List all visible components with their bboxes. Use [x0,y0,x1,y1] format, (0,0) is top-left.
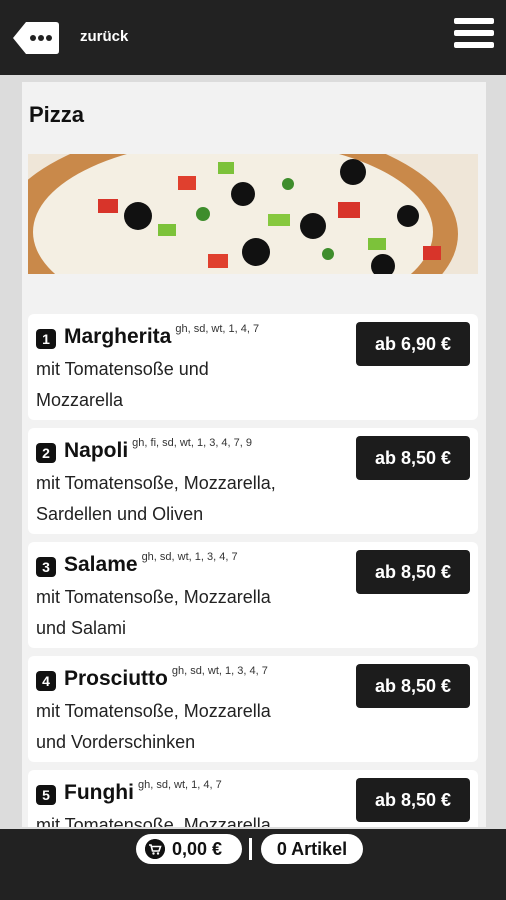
item-number: 5 [36,785,56,805]
item-description: mit Tomatensoße, Mozzarella und Salami [36,587,271,638]
menu-item[interactable]: 1 Margherita gh, sd, wt, 1, 4, 7 mit Toma… [28,314,478,420]
price-button[interactable]: ab 8,50 € [356,550,470,594]
back-dots-icon[interactable] [12,20,60,56]
item-description: mit Tomatensoße und Mozzarella [36,359,209,410]
cart-total: 0,00 € [172,839,223,859]
cart-icon [145,839,165,859]
bottom-cart-bar: 0,00 € 0 Artikel [0,829,506,900]
item-name: Funghi gh, sd, wt, 1, 4, 7 [64,779,222,804]
back-label[interactable]: zurück [80,28,128,45]
item-name: Napoli gh, fi, sd, wt, 1, 3, 4, 7, 9 [64,437,253,462]
menu-item[interactable]: 5 Funghi gh, sd, wt, 1, 4, 7 mit Tomatens… [28,770,478,827]
item-description: mit Tomatensoße, Mozzarella, Sardellen un… [36,473,276,524]
hamburger-menu-icon[interactable] [454,18,494,54]
item-number: 4 [36,671,56,691]
item-allergens: gh, sd, wt, 1, 3, 4, 7 [171,665,268,677]
item-allergens: gh, sd, wt, 1, 3, 4, 7 [141,551,238,563]
cart-items-count[interactable]: 0 Artikel [261,834,363,864]
menu-item[interactable]: 4 Prosciutto gh, sd, wt, 1, 3, 4, 7 mit T… [28,656,478,762]
price-button[interactable]: ab 6,90 € [356,322,470,366]
pizza-hero-image [28,154,478,274]
item-allergens: gh, sd, wt, 1, 4, 7 [137,779,222,791]
item-allergens: gh, sd, wt, 1, 4, 7 [175,323,260,335]
price-button[interactable]: ab 8,50 € [356,778,470,822]
price-button[interactable]: ab 8,50 € [356,436,470,480]
item-number: 2 [36,443,56,463]
divider [249,838,252,860]
item-number: 3 [36,557,56,577]
item-allergens: gh, fi, sd, wt, 1, 3, 4, 7, 9 [132,437,253,449]
item-description: mit Tomatensoße, Mozzarella [36,815,271,827]
price-button[interactable]: ab 8,50 € [356,664,470,708]
item-description: mit Tomatensoße, Mozzarella und Vordersch… [36,701,271,752]
menu-item[interactable]: 3 Salame gh, sd, wt, 1, 3, 4, 7 mit Tomat… [28,542,478,648]
top-bar: zurück [0,0,506,75]
item-name: Prosciutto gh, sd, wt, 1, 3, 4, 7 [64,665,268,690]
menu-item[interactable]: 2 Napoli gh, fi, sd, wt, 1, 3, 4, 7, 9 mi… [28,428,478,534]
menu-panel: Pizza 1 Margherita gh, sd, wt, 1, 4, 7 mi… [22,82,486,827]
page-title: Pizza [29,102,85,127]
item-name: Margherita gh, sd, wt, 1, 4, 7 [64,323,260,348]
item-name: Salame gh, sd, wt, 1, 3, 4, 7 [64,551,238,576]
cart-total-button[interactable]: 0,00 € [136,834,242,864]
item-number: 1 [36,329,56,349]
